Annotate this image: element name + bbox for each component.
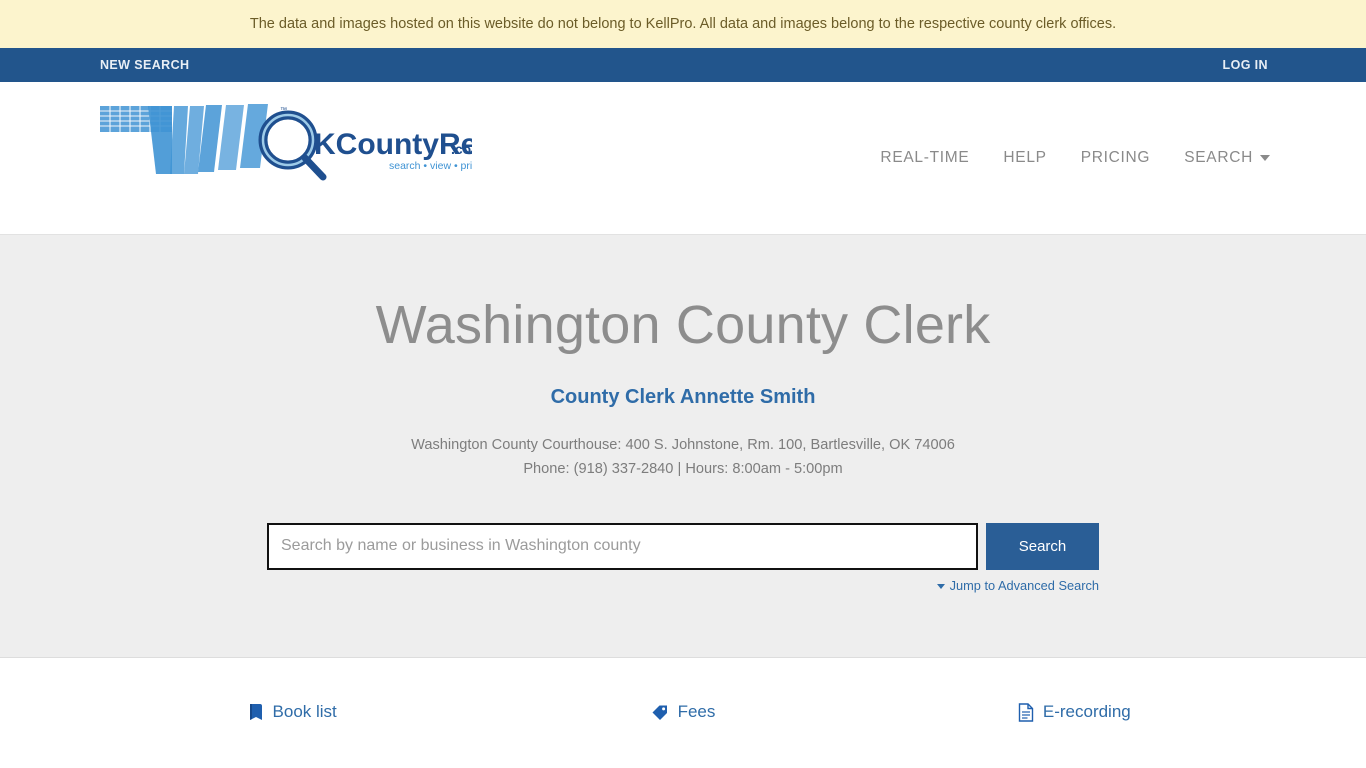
jump-to-advanced-search-link[interactable]: Jump to Advanced Search [936,577,1099,593]
quick-links-bar: Book list Fees E-recording [0,658,1366,766]
nav-item-real-time[interactable]: REAL-TIME [880,149,969,167]
fees-link[interactable]: Fees [651,702,716,722]
nav-item-search-label: SEARCH [1184,149,1253,166]
search-area: Search [0,522,1366,570]
quick-link-col-e-recording: E-recording [879,702,1270,722]
nav-item-pricing[interactable]: PRICING [1081,149,1151,167]
nav-item-search[interactable]: SEARCH [1184,149,1270,167]
office-contact-info: Washington County Courthouse: 400 S. Joh… [0,433,1366,481]
nav-item-help[interactable]: HELP [1003,149,1046,167]
trademark-icon: ™ [280,107,287,114]
book-list-label: Book list [272,702,337,721]
hero-section: Washington County Clerk County Clerk Ann… [0,235,1366,658]
utility-navbar: NEW SEARCH LOG IN [0,48,1366,82]
quick-link-col-fees: Fees [487,702,878,722]
advanced-search-area: Jump to Advanced Search [267,577,1099,595]
page-title: Washington County Clerk [375,295,991,355]
fees-label: Fees [677,702,716,721]
office-phone-hours: Phone: (918) 337-2840 | Hours: 8:00am - … [523,460,843,477]
site-header: KCountyRecords .com search • view • prin… [0,82,1366,235]
quick-link-col-book-list: Book list [96,702,487,722]
chevron-down-icon [1260,154,1270,161]
tag-icon [652,705,667,720]
logo-tagline: search • view • print [389,160,472,172]
search-button[interactable]: Search [986,522,1099,570]
disclaimer-text: The data and images hosted on this websi… [249,15,1117,32]
search-input[interactable] [267,522,978,570]
logo-domain: .com [451,141,472,157]
document-icon [1018,702,1034,722]
advanced-search-label: Jump to Advanced Search [949,577,1099,593]
e-recording-label: E-recording [1042,702,1131,721]
login-link[interactable]: LOG IN [1223,58,1268,72]
book-icon [249,703,262,720]
new-search-link[interactable]: NEW SEARCH [100,58,189,72]
e-recording-link[interactable]: E-recording [1018,702,1131,722]
office-address: Washington County Courthouse: 400 S. Joh… [411,436,955,453]
site-logo[interactable]: KCountyRecords .com search • view • prin… [92,98,472,188]
search-row: Search [267,522,1099,570]
main-navigation: REAL-TIME HELP PRICING SEARCH [880,149,1270,167]
disclaimer-banner: The data and images hosted on this websi… [0,0,1366,48]
book-list-link[interactable]: Book list [247,702,337,722]
logo-wordmark: KCountyRecords [314,128,472,161]
county-clerk-link[interactable]: County Clerk Annette Smith [0,386,1366,409]
caret-down-icon [936,583,945,589]
